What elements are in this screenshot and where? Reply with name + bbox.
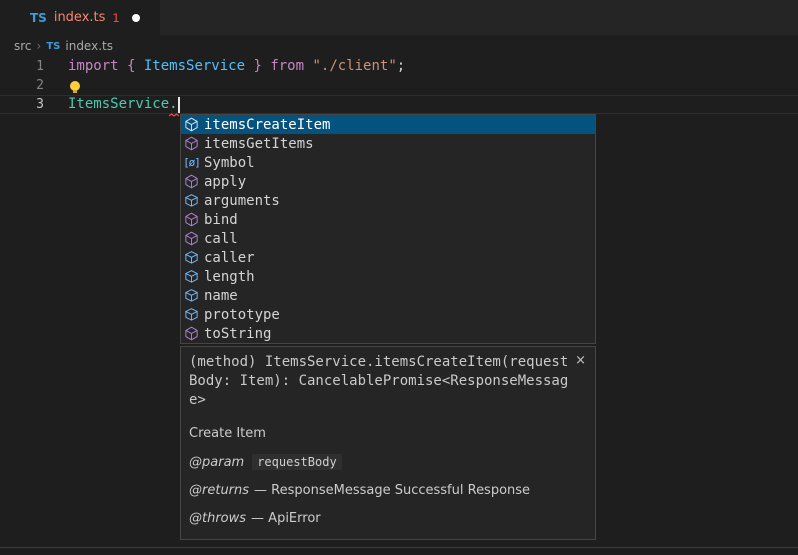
tab-bar: TS index.ts 1 [0, 0, 798, 35]
tag-text: — ApiError [251, 511, 321, 526]
class-reference: ItemsService [68, 95, 169, 114]
suggestion-label: prototype [204, 307, 280, 323]
code-text: import { ItemsService } from "./client"; [68, 57, 405, 76]
suggestion-call[interactable]: call [181, 229, 595, 248]
module-string: "./client" [312, 57, 396, 76]
tab-filename: index.ts [54, 10, 106, 25]
suggestion-label: toString [204, 326, 271, 342]
doc-tag-param: @param requestBody [189, 454, 587, 470]
tag-label: @param [189, 455, 244, 470]
symbol-field-icon [183, 193, 200, 209]
breadcrumb-folder[interactable]: src [14, 39, 32, 53]
suggestion-label: bind [204, 212, 238, 228]
suggestion-arguments[interactable]: arguments [181, 191, 595, 210]
line-number: 2 [0, 76, 44, 95]
error-squiggle-icon [169, 113, 179, 117]
suggestion-label: apply [204, 174, 246, 190]
tab-error-count-badge: 1 [112, 11, 119, 25]
symbol-field-icon [183, 307, 200, 323]
suggestion-label: name [204, 288, 238, 304]
chevron-right-icon: › [37, 39, 42, 53]
suggestion-label: itemsCreateItem [204, 117, 330, 133]
modified-dot-icon[interactable] [132, 14, 140, 22]
symbol-field-icon [183, 250, 200, 266]
keyword-import: import [68, 57, 127, 76]
suggestion-apply[interactable]: apply [181, 172, 595, 191]
typescript-file-icon: TS [30, 11, 47, 25]
line-number: 1 [0, 57, 44, 76]
typescript-file-icon: TS [46, 41, 60, 52]
suggestion-items-get-items[interactable]: itemsGetItems [181, 134, 595, 153]
code-line-1: 1 import { ItemsService } from "./client… [0, 57, 798, 76]
symbol-method-icon [183, 326, 200, 342]
close-icon[interactable]: × [575, 354, 586, 367]
doc-description: Create Item [189, 426, 587, 441]
semicolon: ; [397, 57, 405, 76]
symbol-method-icon [183, 231, 200, 247]
tab-index-ts[interactable]: TS index.ts 1 [0, 0, 160, 35]
tag-label: @returns [189, 483, 249, 498]
symbol-method-icon [183, 212, 200, 228]
suggestion-label: arguments [204, 193, 280, 209]
suggestion-label: call [204, 231, 238, 247]
suggestion-label: Symbol [204, 155, 255, 171]
suggest-docs-panel: × (method) ItemsService.itemsCreateItem(… [180, 346, 596, 540]
method-signature: (method) ItemsService.itemsCreateItem(re… [189, 353, 573, 410]
symbol-field-icon [183, 288, 200, 304]
suggestion-label: length [204, 269, 255, 285]
tag-text: — ResponseMessage Successful Response [254, 483, 530, 498]
suggestion-length[interactable]: length [181, 267, 595, 286]
suggestion-prototype[interactable]: prototype [181, 305, 595, 324]
symbol-variable-icon: [ø] [183, 155, 200, 171]
code-text: ItemsService. [68, 95, 180, 114]
suggestion-label: caller [204, 250, 255, 266]
suggestion-items-create-item[interactable]: itemsCreateItem [181, 115, 595, 134]
param-name-badge: requestBody [252, 454, 341, 470]
code-editor[interactable]: 1 import { ItemsService } from "./client… [0, 57, 798, 114]
suggestion-caller[interactable]: caller [181, 248, 595, 267]
symbol-field-icon [183, 269, 200, 285]
intellisense-suggest-widget: itemsCreateItem itemsGetItems [ø] Symbol… [180, 114, 596, 344]
doc-tag-returns: @returns — ResponseMessage Successful Re… [189, 483, 587, 498]
text-cursor [178, 97, 180, 113]
symbol-method-icon [183, 136, 200, 152]
suggestion-bind[interactable]: bind [181, 210, 595, 229]
symbol-method-icon [183, 174, 200, 190]
brace-open: { [127, 57, 144, 76]
keyword-from: from [270, 57, 312, 76]
line-number-active: 3 [0, 95, 44, 114]
suggestion-symbol[interactable]: [ø] Symbol [181, 153, 595, 172]
dot-accessor: . [169, 95, 177, 114]
code-line-3-current: 3 ItemsService. [0, 95, 798, 114]
code-text [68, 81, 80, 91]
breadcrumb: src › TS index.ts [0, 35, 798, 57]
suggestion-label: itemsGetItems [204, 136, 314, 152]
doc-tag-throws: @throws — ApiError [189, 511, 587, 526]
symbol-method-icon [183, 117, 200, 133]
lightbulb-icon[interactable] [70, 81, 80, 91]
suggestion-to-string[interactable]: toString [181, 324, 595, 343]
imported-symbol: ItemsService [144, 57, 245, 76]
suggestion-name[interactable]: name [181, 286, 595, 305]
panel-divider [0, 547, 798, 548]
brace-close: } [245, 57, 270, 76]
tag-label: @throws [189, 511, 246, 526]
code-line-2: 2 [0, 76, 798, 95]
breadcrumb-file[interactable]: index.ts [65, 39, 113, 53]
vscode-window: TS index.ts 1 src › TS index.ts 1 import… [0, 0, 798, 555]
